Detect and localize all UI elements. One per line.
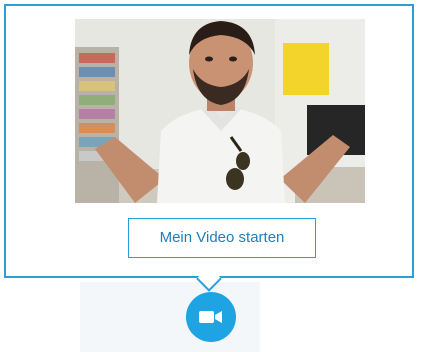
camera-preview-image <box>75 19 365 203</box>
video-call-button[interactable] <box>186 292 236 342</box>
start-video-button[interactable]: Mein Video starten <box>128 218 316 258</box>
camera-preview <box>75 19 365 203</box>
start-video-label: Mein Video starten <box>159 229 285 246</box>
video-preview-popup: Mein Video starten <box>4 4 414 278</box>
video-camera-icon <box>199 311 222 323</box>
